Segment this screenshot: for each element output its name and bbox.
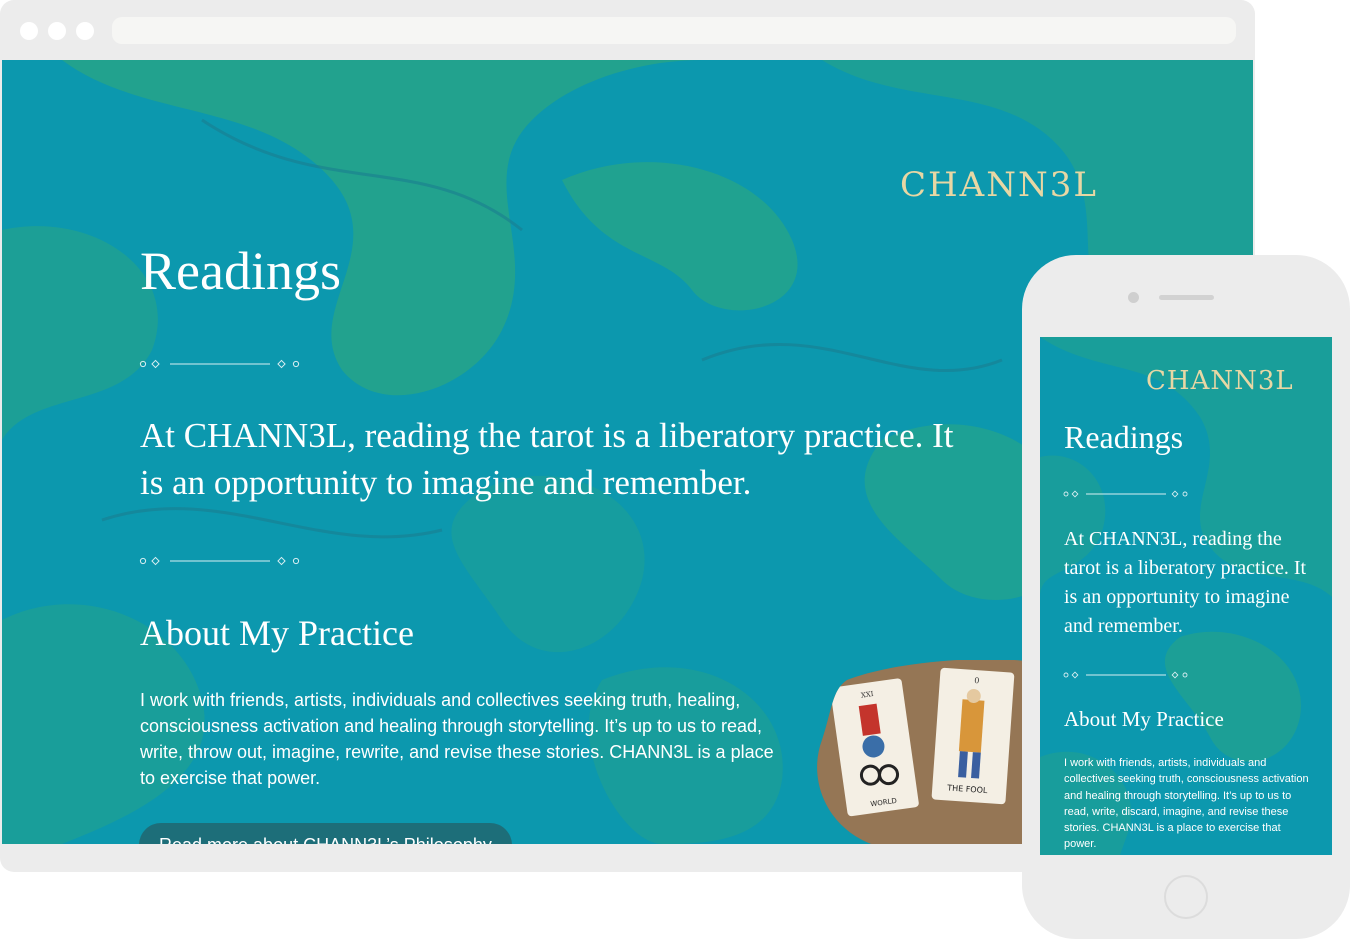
ornamental-divider [1063,671,1188,679]
page-title: Readings [140,241,341,301]
window-controls [20,22,94,40]
speaker-grille [1159,295,1214,300]
maximize-dot[interactable] [76,22,94,40]
page-title: Readings [1064,419,1184,455]
intro-statement: At CHANN3L, reading the tarot is a liber… [1064,528,1307,637]
ornamental-divider [139,359,300,369]
about-paragraph: I work with friends, artists, individual… [140,690,774,788]
intro-statement: At CHANN3L, reading the tarot is a liber… [140,416,954,502]
card-fool-number: 0 [974,676,980,685]
brand-logo[interactable]: CHANN3L [1146,366,1294,396]
mobile-viewport: CHANN3L Readings At CHANN3L, reading the… [1040,337,1332,855]
camera-icon [1128,292,1139,303]
about-paragraph: I work with friends, artists, individual… [1064,757,1309,851]
section-heading-about: About My Practice [140,613,414,653]
close-dot[interactable] [20,22,38,40]
home-button[interactable] [1164,875,1208,919]
section-heading-about: About My Practice [1064,707,1224,731]
ornamental-divider [1063,490,1188,498]
ornamental-divider [139,556,300,566]
address-bar[interactable] [112,17,1236,44]
philosophy-button[interactable]: Read more about CHANN3L’s Philosophy [139,823,512,844]
phone-mockup: CHANN3L Readings At CHANN3L, reading the… [1022,255,1350,939]
brand-logo[interactable]: CHANN3L [900,165,1098,205]
minimize-dot[interactable] [48,22,66,40]
